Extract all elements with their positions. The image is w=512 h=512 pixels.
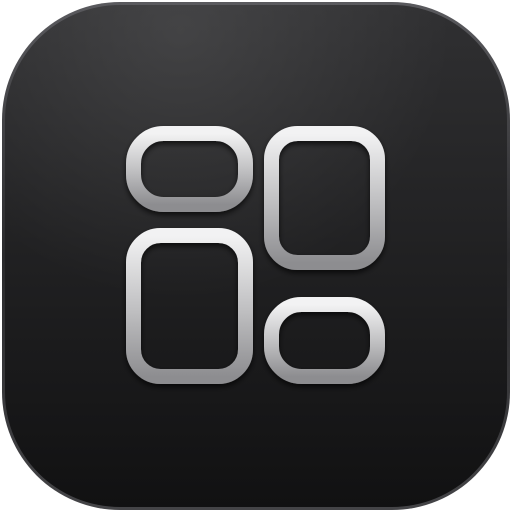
- app-icon-canvas: [0, 0, 512, 512]
- icon-tile: [2, 2, 510, 510]
- app-icon[interactable]: [0, 0, 512, 512]
